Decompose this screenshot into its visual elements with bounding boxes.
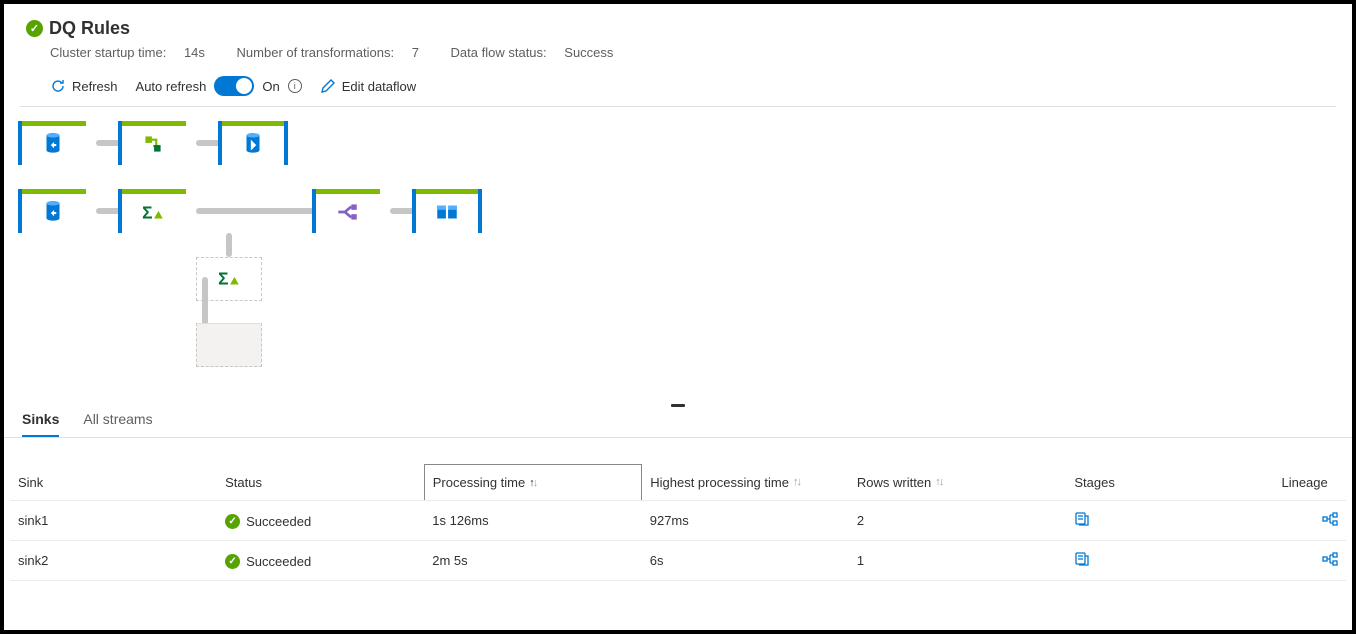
col-rows-written[interactable]: Rows written ↑↓	[849, 465, 1066, 501]
table-sink-icon	[434, 199, 460, 228]
flow-node-branch[interactable]	[314, 189, 380, 233]
flow-status-label: Data flow status:	[451, 45, 547, 60]
svg-text:Σ: Σ	[142, 203, 152, 223]
flow-node-sink-2[interactable]	[414, 189, 480, 233]
cell-stages	[1066, 541, 1273, 581]
cell-stages	[1066, 501, 1273, 541]
flow-node-placeholder[interactable]	[196, 323, 262, 367]
status-success-icon	[225, 514, 240, 529]
panel-resize-grip[interactable]	[4, 395, 1352, 403]
status-subline: Cluster startup time: 14s Number of tran…	[20, 41, 1336, 70]
flow-node-transform-1[interactable]	[120, 121, 186, 165]
edit-dataflow-label: Edit dataflow	[342, 79, 416, 94]
refresh-label: Refresh	[72, 79, 118, 94]
database-sink-icon	[240, 131, 266, 160]
status-success-icon	[225, 554, 240, 569]
page-title: DQ Rules	[49, 18, 130, 39]
cell-lineage	[1273, 501, 1346, 541]
cell-lineage	[1273, 541, 1346, 581]
aggregate-icon: Σ	[140, 199, 166, 228]
col-status[interactable]: Status	[217, 465, 424, 501]
pencil-icon	[320, 78, 336, 94]
cell-processing-time: 1s 126ms	[424, 501, 641, 541]
flow-node-source-2[interactable]	[20, 189, 86, 233]
cell-sink: sink1	[10, 501, 217, 541]
database-source-icon	[40, 131, 66, 160]
sort-icon: ↑↓	[935, 476, 942, 488]
flow-connector	[226, 233, 232, 257]
sort-icon: ↑↓	[529, 477, 536, 489]
stages-link-icon[interactable]	[1074, 515, 1090, 530]
flow-status-value: Success	[564, 45, 613, 60]
cluster-startup-value: 14s	[184, 45, 205, 60]
cell-highest-processing-time: 6s	[642, 541, 849, 581]
stages-link-icon[interactable]	[1074, 555, 1090, 570]
cell-rows-written: 1	[849, 541, 1066, 581]
cell-sink: sink2	[10, 541, 217, 581]
cluster-startup-label: Cluster startup time:	[50, 45, 166, 60]
auto-refresh-toggle[interactable]	[214, 76, 254, 96]
transform-icon	[140, 131, 166, 160]
info-icon[interactable]: i	[288, 79, 302, 93]
col-stages[interactable]: Stages	[1066, 465, 1273, 501]
col-sink[interactable]: Sink	[10, 465, 217, 501]
aggregate-icon: Σ	[216, 265, 242, 294]
col-processing-time[interactable]: Processing time ↑↓	[424, 465, 641, 501]
cell-status: Succeeded	[217, 501, 424, 541]
database-source-icon	[40, 199, 66, 228]
tab-sinks[interactable]: Sinks	[22, 405, 59, 437]
col-highest-processing-time[interactable]: Highest processing time ↑↓	[642, 465, 849, 501]
status-success-icon	[26, 20, 43, 37]
sort-icon: ↑↓	[793, 476, 800, 488]
flow-node-source-1[interactable]	[20, 121, 86, 165]
auto-refresh-state: On	[262, 79, 279, 94]
col-lineage[interactable]: Lineage	[1273, 465, 1346, 501]
lineage-link-icon[interactable]	[1322, 555, 1338, 570]
cell-rows-written: 2	[849, 501, 1066, 541]
flow-node-sink-1[interactable]	[220, 121, 286, 165]
sinks-table: Sink Status Processing time ↑↓ Highest p…	[10, 464, 1346, 581]
refresh-button[interactable]: Refresh	[50, 78, 118, 94]
refresh-icon	[50, 78, 66, 94]
table-row[interactable]: sink2 Succeeded 2m 5s 6s 1	[10, 541, 1346, 581]
lineage-link-icon[interactable]	[1322, 515, 1338, 530]
branch-icon	[334, 199, 360, 228]
cell-processing-time: 2m 5s	[424, 541, 641, 581]
cell-highest-processing-time: 927ms	[642, 501, 849, 541]
flow-connector	[196, 208, 316, 214]
tab-all-streams[interactable]: All streams	[83, 405, 152, 437]
transformations-label: Number of transformations:	[237, 45, 395, 60]
cell-status: Succeeded	[217, 541, 424, 581]
table-row[interactable]: sink1 Succeeded 1s 126ms 927ms 2	[10, 501, 1346, 541]
svg-text:Σ: Σ	[218, 268, 228, 288]
flow-node-aggregate-1[interactable]: Σ	[120, 189, 186, 233]
dataflow-diagram: Σ Σ	[20, 107, 1336, 395]
edit-dataflow-button[interactable]: Edit dataflow	[320, 78, 416, 94]
transformations-value: 7	[412, 45, 419, 60]
auto-refresh-label: Auto refresh	[136, 79, 207, 94]
